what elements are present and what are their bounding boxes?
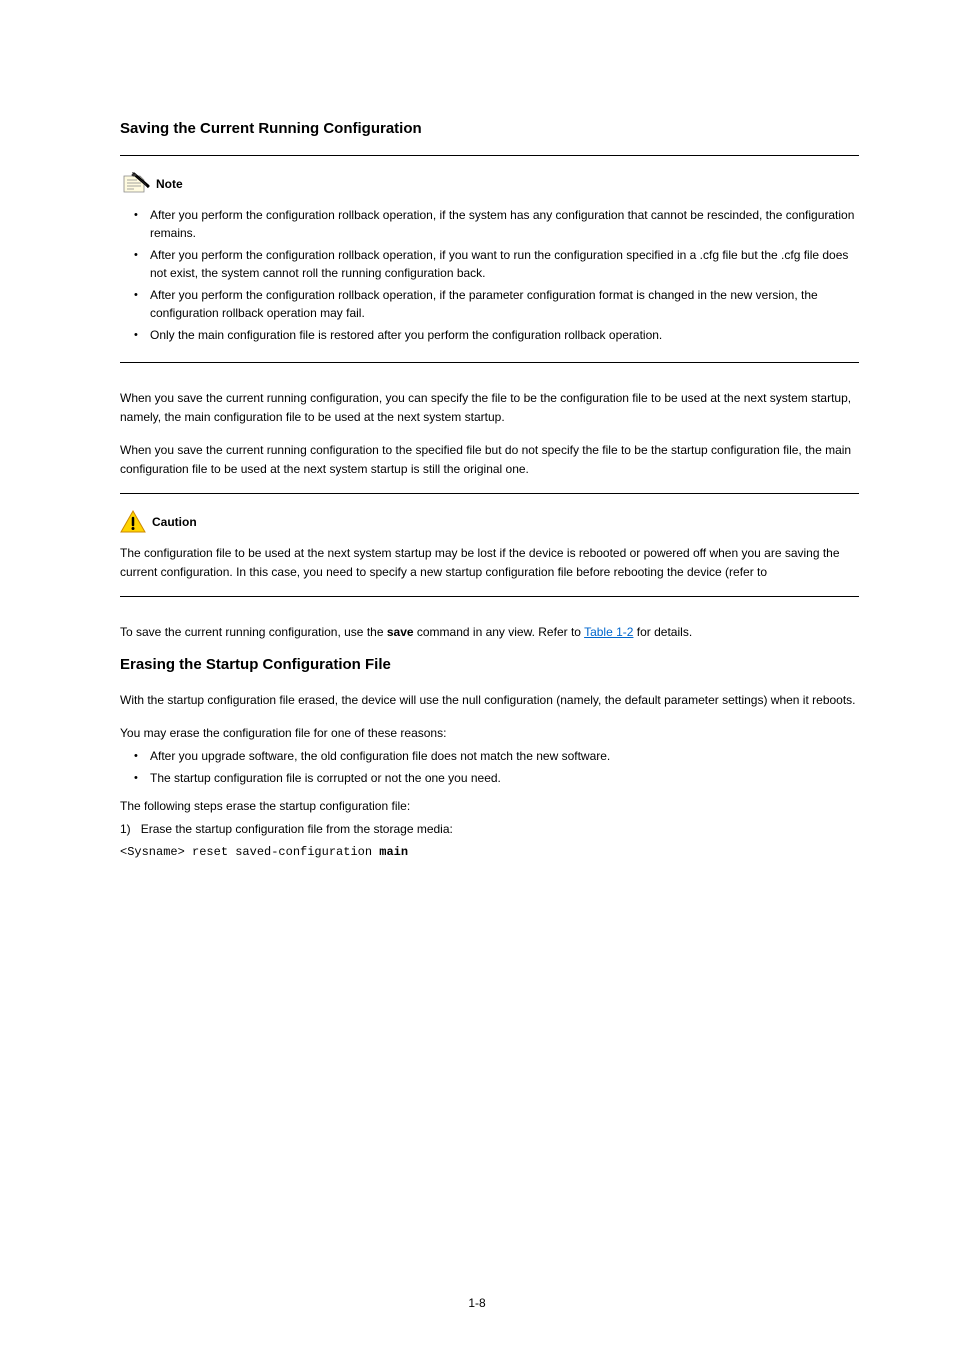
body-paragraph: When you save the current running config… bbox=[120, 441, 859, 479]
reasons-list: After you upgrade software, the old conf… bbox=[120, 747, 859, 787]
code-text: <Sysname> reset saved-configuration bbox=[120, 845, 372, 859]
step-label: The following steps erase the startup co… bbox=[120, 797, 859, 816]
reason-bullet: After you upgrade software, the old conf… bbox=[134, 747, 859, 765]
page-number: 1-8 bbox=[0, 1296, 954, 1310]
note-label: Note bbox=[156, 177, 183, 191]
note-icon bbox=[120, 172, 150, 196]
step-line: 1) Erase the startup configuration file … bbox=[120, 820, 859, 839]
reason-bullet: The startup configuration file is corrup… bbox=[134, 769, 859, 787]
note-bullet-list: After you perform the configuration roll… bbox=[120, 206, 859, 344]
caution-header: Caution bbox=[120, 510, 859, 534]
text-span: To save the current running configuratio… bbox=[120, 625, 387, 639]
body-paragraph-with-link: To save the current running configuratio… bbox=[120, 623, 859, 642]
code-line: <Sysname> reset saved-configuration main bbox=[120, 843, 859, 862]
note-bullet: After you perform the configuration roll… bbox=[134, 246, 859, 282]
section-heading-saving: Saving the Current Running Configuration bbox=[120, 120, 859, 137]
step-number: 1) bbox=[120, 822, 131, 836]
note-bullet: After you perform the configuration roll… bbox=[134, 286, 859, 322]
body-paragraph: When you save the current running config… bbox=[120, 389, 859, 427]
caution-icon bbox=[120, 510, 146, 534]
caution-callout: Caution The configuration file to be use… bbox=[120, 493, 859, 597]
text-span: for details. bbox=[633, 625, 692, 639]
reasons-intro: You may erase the configuration file for… bbox=[120, 724, 859, 743]
note-bullet: Only the main configuration file is rest… bbox=[134, 326, 859, 344]
step-text: Erase the startup configuration file fro… bbox=[141, 822, 453, 836]
body-paragraph: With the startup configuration file eras… bbox=[120, 691, 859, 710]
step-example: 1) Erase the startup configuration file … bbox=[120, 820, 859, 862]
table-link[interactable]: Table 1-2 bbox=[584, 625, 633, 639]
bold-command: save bbox=[387, 625, 414, 639]
section-heading-erasing: Erasing the Startup Configuration File bbox=[120, 656, 859, 673]
note-bullet: After you perform the configuration roll… bbox=[134, 206, 859, 242]
note-header: Note bbox=[120, 172, 859, 196]
caution-label: Caution bbox=[152, 515, 197, 529]
caution-text: The configuration file to be used at the… bbox=[120, 544, 859, 582]
text-span: command in any view. Refer to bbox=[414, 625, 585, 639]
code-bold: main bbox=[379, 845, 408, 859]
note-callout: Note After you perform the configuration… bbox=[120, 155, 859, 363]
